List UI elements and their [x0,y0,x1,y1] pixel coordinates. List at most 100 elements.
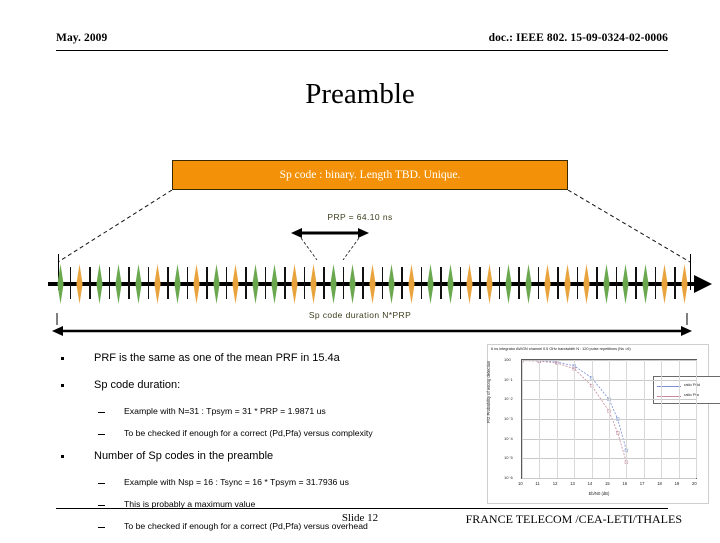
chart-gridline-v [643,360,645,478]
header-doc-id: doc.: IEEE 802. 15-09-0324-02-0006 [488,32,668,44]
pulse-green [329,264,337,304]
legend-label-0: ratio Pdd [684,381,701,387]
pulse-tick [537,267,540,299]
chart-x-tick-label: 18 [657,481,662,486]
chart-gridline-h [522,478,696,479]
chart-x-tick-label: 14 [587,481,593,486]
bullet-item: Number of Sp codes in the preamble [58,450,478,464]
pulse-tick [108,267,111,299]
sp-code-duration-arrow [52,326,692,336]
pulse-tick [186,267,189,299]
chart-x-tick-label: 20 [692,481,697,486]
sp-code-box-label: Sp code : binary. Length TBD. Unique. [279,169,461,181]
pulse-green [115,264,122,304]
footer-divider [56,508,668,509]
pulse-green [134,264,142,304]
chart-gridline-v [556,360,558,478]
prp-label: PRP = 64.10 ns [327,212,393,222]
dash-marker-icon [98,434,105,436]
pulse-orange [290,264,298,304]
chart-y-tick-label: 10⁻3 [504,416,513,421]
chart-gridline-v [678,360,680,478]
bullet-marker-icon [61,455,64,458]
bullet-marker-icon [61,357,64,360]
pulse-tick [654,267,657,299]
prp-leader-lines [300,238,360,260]
pulse-tick [128,267,130,299]
pulse-train [0,254,720,306]
pulse-tick [420,267,423,299]
pulse-tick [596,267,598,299]
legend-entry-0: ratio Pdd [657,382,720,391]
bullet-text: Sp code duration: [94,379,181,391]
chart-x-axis-label: Eb/N0 (dB) [588,491,610,496]
bullet-text: To be checked if enough for a correct (P… [124,428,373,438]
chart-x-tick-label: 16 [622,481,628,486]
pulse-orange [154,264,161,304]
pulse-orange [193,264,200,304]
dash-marker-icon [98,412,105,414]
pulse-orange [407,264,415,304]
pulse-tick [401,267,403,299]
sub-bullet-item: Example with N=31 : Tpsym = 31 * PRP = 1… [58,406,478,418]
chart-x-tick-label: 17 [639,481,645,486]
pulse-green [212,264,220,304]
pulse-green [524,264,532,304]
pulse-tick [342,267,345,299]
bullet-marker-icon [61,384,64,387]
pulse-tick [381,267,384,299]
bullet-text: Example with Nsp = 16 : Tsync = 16 * Tps… [124,477,349,487]
pulse-orange [485,264,493,304]
pulse-tick [440,267,442,299]
chart-plot-area: ratio Pdd ratio Pfa [520,358,720,479]
pulse-tick [89,267,91,299]
chart-x-tick-label: 11 [535,481,540,486]
pulse-tick [284,267,286,299]
pulse-orange [76,264,83,304]
pulse-orange [466,264,473,304]
chart-y-axis-label: P/2 Probability of wrong detection [486,360,491,423]
chart-y-tick-label: 10⁻2 [504,396,513,402]
header-date: May. 2009 [56,32,108,44]
pulse-green [56,264,64,304]
pulse-green [388,264,395,304]
dash-marker-icon [98,505,105,507]
chart-y-tick-label: 10⁻5 [504,455,513,461]
dash-marker-icon [98,527,105,529]
header-divider [56,50,668,51]
pulse-tick [245,267,247,299]
chart-y-tick-label: 10⁻6 [504,475,513,480]
pulse-tick [615,267,618,299]
page-title: Preamble [305,78,415,110]
chart-x-tick-label: 10 [518,481,523,486]
pulse-tick [206,267,208,299]
pulse-green [641,264,649,304]
pulse-tick [323,267,325,299]
pulse-tick [264,267,267,299]
chart-gridline-v [591,360,593,478]
chart-title: 6 ns integrator AWGN channel 0.5 GHz ban… [491,346,631,351]
time-axis-arrowhead [694,275,712,293]
pulse-green [271,264,278,304]
pulse-orange [680,264,688,304]
chart-y-tick-label: 10⁻1 [504,376,513,382]
chart-y-tick-label: 10⁻4 [504,435,513,441]
chart-x-tick-label: 12 [552,481,558,486]
dash-marker-icon [98,483,105,485]
pulse-green [251,264,259,304]
pulse-green [173,264,181,304]
bullet-text: Example with N=31 : Tpsym = 31 * PRP = 1… [124,406,326,416]
sub-bullet-item: This is probably a maximum value [58,499,478,511]
pulse-orange [583,264,590,304]
bullet-item: PRF is the same as one of the mean PRF i… [58,352,478,366]
chart-x-tick-label: 19 [674,481,680,486]
bullet-item: Sp code duration: [58,379,478,393]
pulse-orange [544,264,551,304]
pulse-tick [479,267,481,299]
pulse-tick [518,267,520,299]
performance-chart: 6 ns integrator AWGN channel 0.5 GHz ban… [486,344,720,504]
pulse-tick [147,267,150,299]
pulse-orange [563,264,571,304]
sub-bullet-item: Example with Nsp = 16 : Tsync = 16 * Tps… [58,477,478,489]
pulse-tick [167,267,169,299]
